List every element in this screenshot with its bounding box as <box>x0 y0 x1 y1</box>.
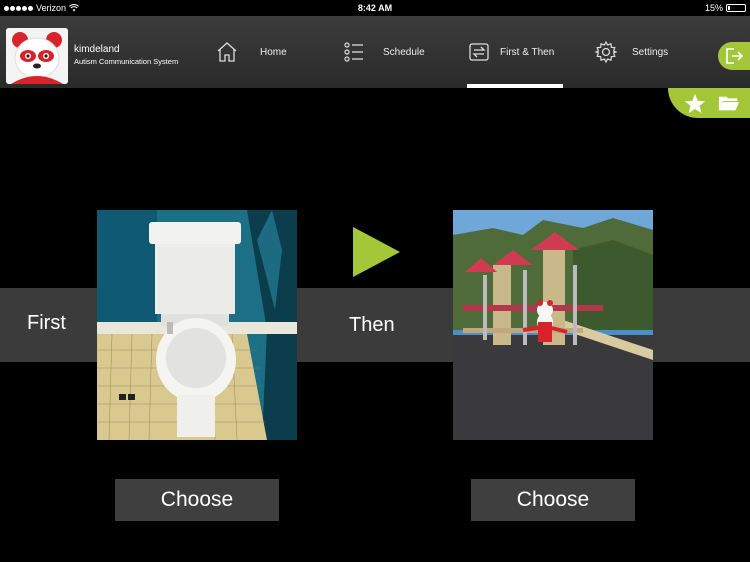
nav-home-label: Home <box>260 46 287 58</box>
then-label: Then <box>349 314 395 336</box>
play-arrow-icon <box>353 227 400 277</box>
nav-home[interactable]: Home <box>216 16 287 88</box>
nav-schedule-label: Schedule <box>383 46 425 58</box>
top-nav: kimdeland Autism Communication System Ho… <box>0 16 750 88</box>
star-icon[interactable] <box>684 93 706 114</box>
brand-subtitle: Autism Communication System <box>74 57 179 66</box>
then-image-card[interactable] <box>453 210 653 440</box>
battery-status: 15% <box>705 3 746 13</box>
nav-settings[interactable]: Settings <box>594 16 668 88</box>
choose-first-button[interactable]: Choose <box>115 479 279 521</box>
battery-percent: 15% <box>704 3 723 13</box>
brand-name: kimdeland <box>74 44 120 55</box>
active-tab-indicator <box>467 84 563 88</box>
toilet-photo <box>97 210 297 440</box>
home-icon <box>217 42 237 62</box>
logout-icon <box>726 48 744 64</box>
logout-button[interactable] <box>718 42 750 70</box>
app-logo <box>6 28 68 84</box>
nav-settings-label: Settings <box>632 46 669 58</box>
nav-first-then-label: First & Then <box>500 46 555 58</box>
status-time: 8:42 AM <box>357 3 393 13</box>
first-label: First <box>27 312 66 334</box>
battery-icon <box>726 4 746 12</box>
playground-photo <box>453 210 653 440</box>
folder-icon[interactable] <box>718 94 740 112</box>
choose-then-button[interactable]: Choose <box>471 479 635 521</box>
nav-first-then[interactable]: First & Then <box>468 16 554 88</box>
status-bar: Verizon 8:42 AM 15% <box>0 0 750 16</box>
nav-schedule[interactable]: Schedule <box>343 16 425 88</box>
repeat-icon <box>469 43 489 61</box>
gear-icon <box>594 40 618 64</box>
right-band <box>653 288 750 362</box>
quick-tray <box>668 88 750 118</box>
first-image-card[interactable] <box>97 210 297 440</box>
list-icon <box>344 42 363 62</box>
